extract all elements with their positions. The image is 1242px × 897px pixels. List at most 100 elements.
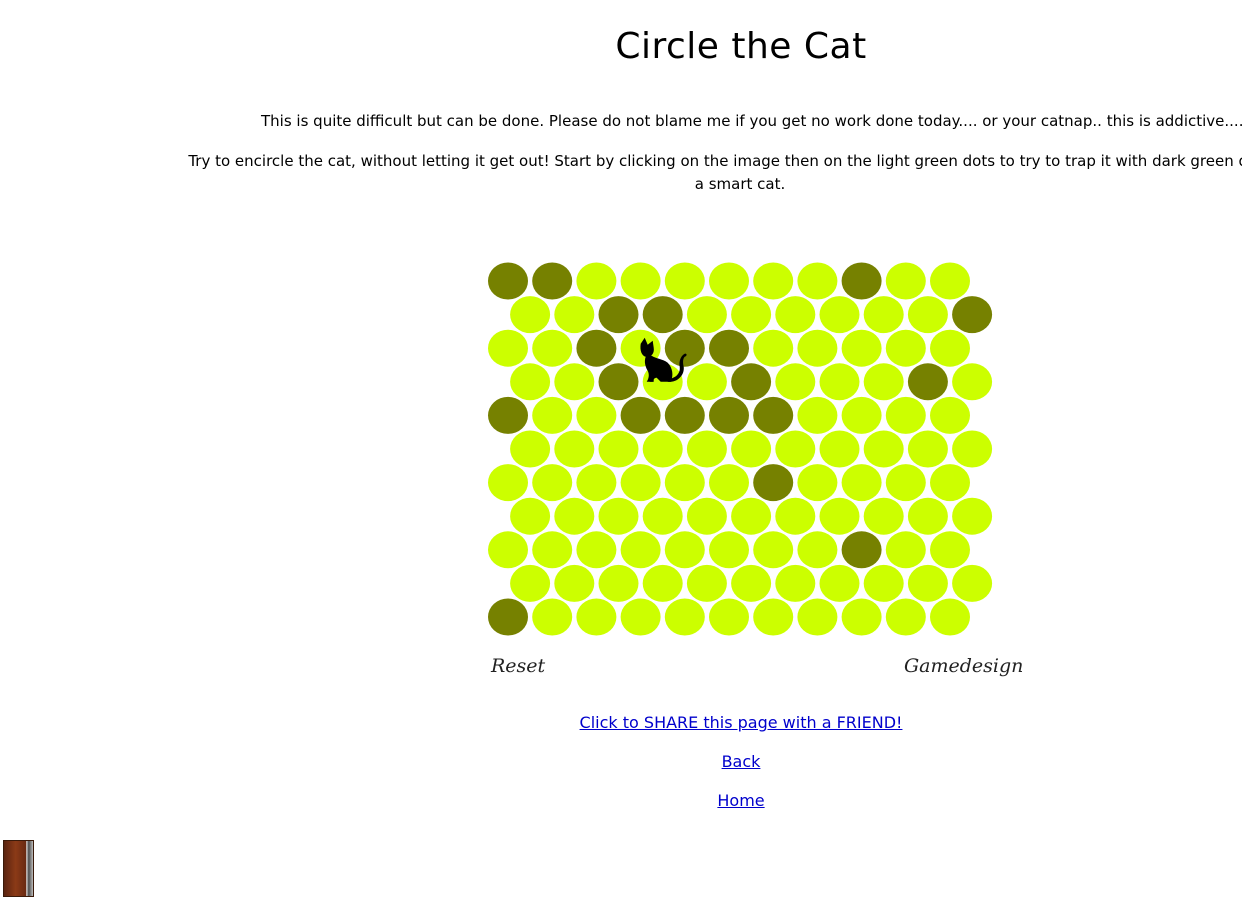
dot-open[interactable] — [885, 329, 926, 367]
dot-open[interactable] — [797, 598, 838, 636]
dot-open[interactable] — [952, 497, 993, 535]
dot-open[interactable] — [532, 598, 573, 636]
dot-open[interactable] — [488, 464, 528, 502]
dot-open[interactable] — [488, 531, 528, 569]
dot-open[interactable] — [753, 329, 794, 367]
dot-open[interactable] — [797, 464, 838, 502]
dot-blocked[interactable] — [709, 396, 749, 434]
dot-open[interactable] — [797, 531, 838, 569]
dot-open[interactable] — [576, 598, 617, 636]
dot-blocked[interactable] — [576, 329, 617, 367]
game-board-canvas[interactable] — [480, 255, 1000, 655]
dot-open[interactable] — [952, 564, 993, 602]
dot-blocked[interactable] — [907, 363, 948, 401]
dot-open[interactable] — [709, 531, 749, 569]
dot-open[interactable] — [753, 262, 794, 300]
share-link[interactable]: Click to SHARE this page with a FRIEND! — [0, 713, 1242, 732]
dot-open[interactable] — [819, 430, 860, 468]
dot-open[interactable] — [709, 598, 749, 636]
dot-blocked[interactable] — [532, 262, 573, 300]
dot-open[interactable] — [731, 564, 772, 602]
dot-open[interactable] — [532, 464, 573, 502]
dot-open[interactable] — [532, 531, 573, 569]
dot-open[interactable] — [863, 363, 904, 401]
back-link[interactable]: Back — [0, 752, 1242, 771]
dot-blocked[interactable] — [753, 396, 794, 434]
dot-blocked[interactable] — [488, 262, 528, 300]
dot-open[interactable] — [598, 497, 639, 535]
dot-open[interactable] — [532, 329, 573, 367]
dot-open[interactable] — [709, 262, 749, 300]
dot-open[interactable] — [775, 564, 816, 602]
dot-open[interactable] — [620, 598, 661, 636]
dot-open[interactable] — [576, 464, 617, 502]
dot-open[interactable] — [576, 396, 617, 434]
dot-open[interactable] — [488, 329, 528, 367]
dot-blocked[interactable] — [841, 262, 882, 300]
dot-open[interactable] — [841, 598, 882, 636]
dot-open[interactable] — [510, 497, 551, 535]
dot-blocked[interactable] — [598, 363, 639, 401]
dot-open[interactable] — [664, 531, 705, 569]
dot-open[interactable] — [598, 564, 639, 602]
dot-open[interactable] — [841, 464, 882, 502]
dot-open[interactable] — [797, 262, 838, 300]
dot-open[interactable] — [598, 430, 639, 468]
dot-open[interactable] — [686, 564, 727, 602]
dot-open[interactable] — [554, 497, 595, 535]
dot-open[interactable] — [576, 531, 617, 569]
dot-open[interactable] — [885, 464, 926, 502]
dot-open[interactable] — [952, 430, 993, 468]
dot-open[interactable] — [510, 363, 551, 401]
dot-open[interactable] — [885, 531, 926, 569]
dot-open[interactable] — [863, 296, 904, 334]
dot-open[interactable] — [885, 396, 926, 434]
dot-open[interactable] — [797, 329, 838, 367]
dot-open[interactable] — [642, 497, 683, 535]
dot-open[interactable] — [532, 396, 573, 434]
dot-open[interactable] — [510, 564, 551, 602]
dot-open[interactable] — [841, 396, 882, 434]
home-link[interactable]: Home — [0, 791, 1242, 810]
dot-blocked[interactable] — [952, 296, 993, 334]
dot-open[interactable] — [510, 296, 551, 334]
dot-open[interactable] — [863, 497, 904, 535]
dot-open[interactable] — [642, 430, 683, 468]
dot-blocked[interactable] — [620, 396, 661, 434]
dot-open[interactable] — [620, 464, 661, 502]
dot-open[interactable] — [885, 598, 926, 636]
dot-open[interactable] — [930, 464, 970, 502]
dot-open[interactable] — [554, 430, 595, 468]
dot-open[interactable] — [863, 564, 904, 602]
dot-blocked[interactable] — [709, 329, 749, 367]
dot-open[interactable] — [907, 564, 948, 602]
dot-open[interactable] — [753, 598, 794, 636]
dot-open[interactable] — [797, 396, 838, 434]
dot-open[interactable] — [930, 396, 970, 434]
dot-open[interactable] — [841, 329, 882, 367]
dot-blocked[interactable] — [753, 464, 794, 502]
dot-open[interactable] — [819, 564, 860, 602]
dot-open[interactable] — [642, 564, 683, 602]
dot-open[interactable] — [930, 598, 970, 636]
dot-open[interactable] — [819, 497, 860, 535]
dot-blocked[interactable] — [488, 396, 528, 434]
dot-blocked[interactable] — [488, 598, 528, 636]
dot-open[interactable] — [952, 363, 993, 401]
dot-open[interactable] — [819, 296, 860, 334]
dot-open[interactable] — [664, 262, 705, 300]
dot-blocked[interactable] — [664, 329, 705, 367]
dot-open[interactable] — [554, 363, 595, 401]
dot-open[interactable] — [664, 464, 705, 502]
dot-open[interactable] — [709, 464, 749, 502]
dot-open[interactable] — [731, 497, 772, 535]
dot-open[interactable] — [686, 497, 727, 535]
dot-open[interactable] — [775, 296, 816, 334]
dot-blocked[interactable] — [841, 531, 882, 569]
dot-open[interactable] — [930, 329, 970, 367]
reset-button[interactable]: Reset — [491, 655, 545, 677]
game-board[interactable] — [480, 255, 1000, 695]
dot-blocked[interactable] — [598, 296, 639, 334]
dot-blocked[interactable] — [731, 363, 772, 401]
dot-open[interactable] — [753, 531, 794, 569]
